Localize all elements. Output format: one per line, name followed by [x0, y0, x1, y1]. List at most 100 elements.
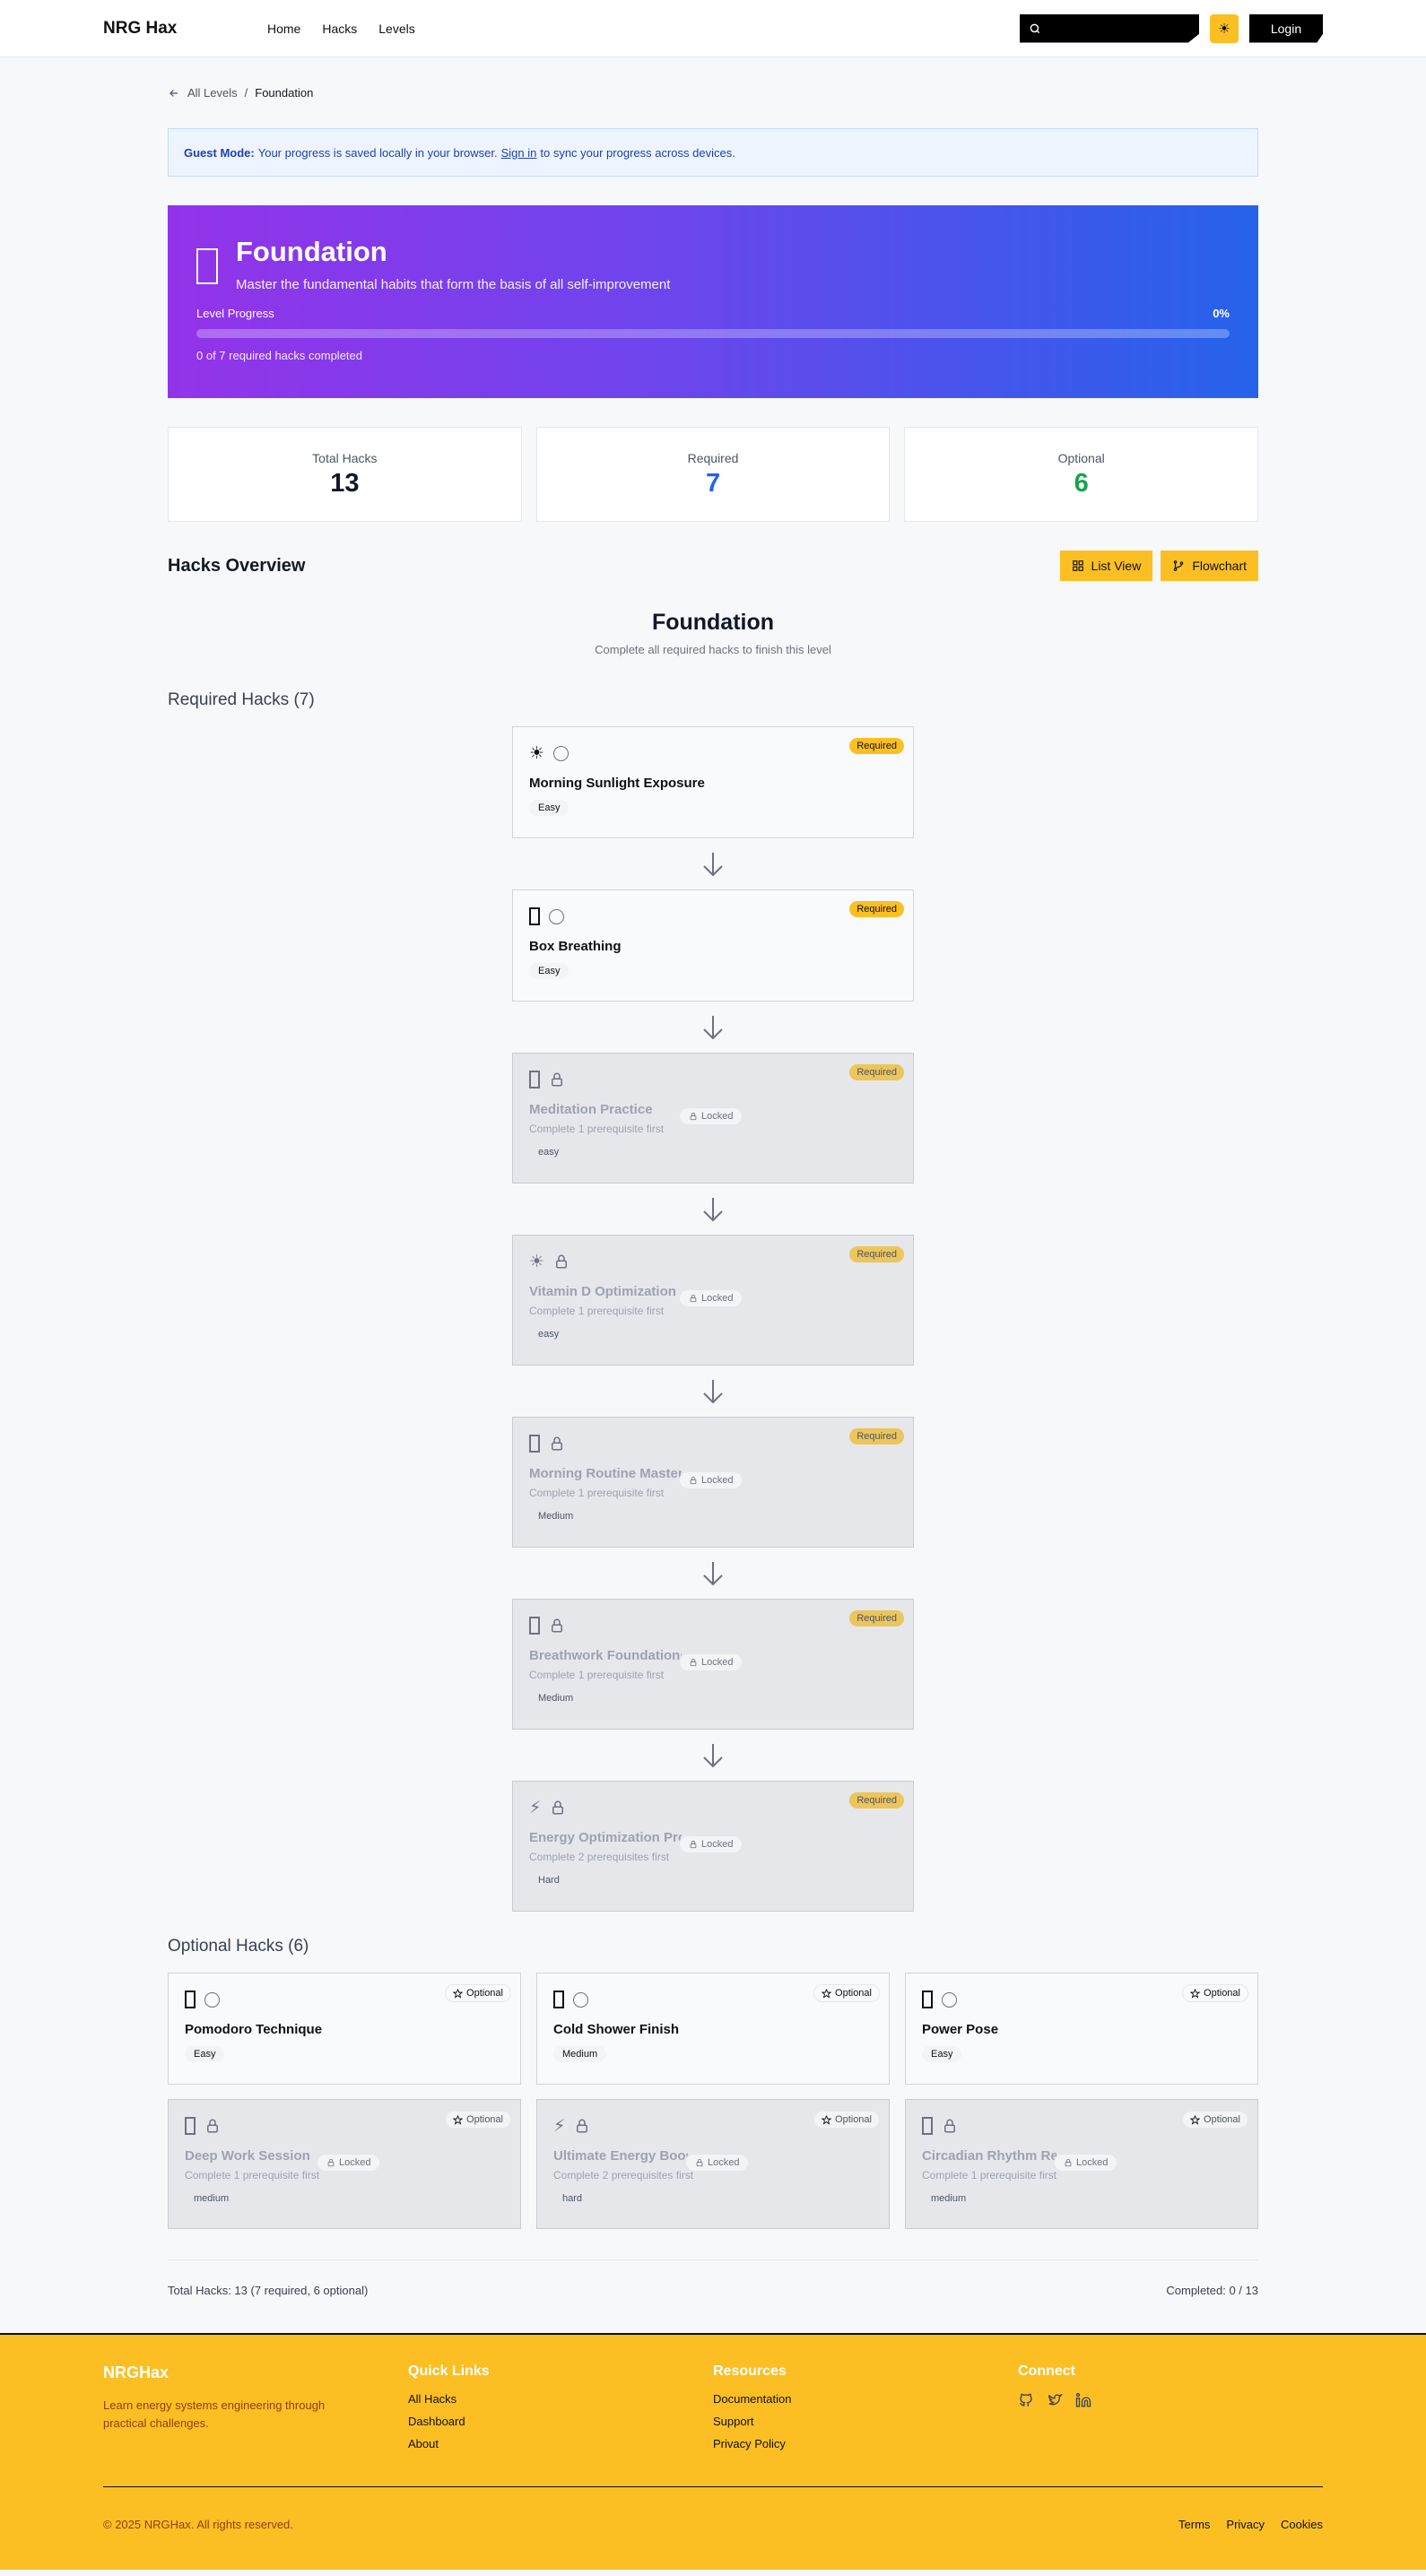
footer-connect-title: Connect [1018, 2364, 1075, 2379]
hack-title: Energy Optimization Protocol [529, 1830, 682, 1845]
footer-link-all-hacks[interactable]: All Hacks [408, 2392, 713, 2406]
difficulty-badge: Medium [529, 1508, 583, 1524]
locked-label: Locked [708, 2157, 740, 2168]
twitter-icon[interactable] [1047, 2392, 1063, 2408]
optional-badge: Optional [445, 1984, 511, 2002]
required-badge: Required [849, 1246, 904, 1262]
difficulty-badge: Easy [185, 2046, 225, 2062]
lightning-icon: ⚡ [529, 1798, 542, 1817]
footer-link-support[interactable]: Support [713, 2415, 1018, 2428]
flowchart-label: Flowchart [1192, 559, 1247, 573]
level-subtitle: Master the fundamental habits that form … [236, 277, 671, 292]
badge-label: Optional [835, 1988, 872, 1999]
arrow-left-icon[interactable] [168, 87, 180, 100]
hack-card[interactable]: Optional Power Pose Easy [905, 1973, 1258, 2085]
level-hero: Foundation Master the fundamental habits… [168, 205, 1258, 398]
brand-logo[interactable]: NRG Hax [103, 19, 267, 39]
box-icon [922, 2117, 933, 2135]
hack-title[interactable]: Pomodoro Technique [185, 2022, 504, 2037]
flowchart-title: Foundation [651, 610, 775, 635]
hack-card: Required Breathwork Foundations Complete 1… [512, 1599, 914, 1730]
hack-title[interactable]: Cold Shower Finish [553, 2022, 873, 2037]
list-view-button[interactable]: List View [1059, 551, 1153, 581]
locked-badge: Locked [317, 2154, 381, 2172]
sun-icon: ☀ [1218, 21, 1230, 37]
difficulty-badge: Medium [529, 1690, 583, 1706]
footer-link-about[interactable]: About [408, 2437, 713, 2450]
overview-header: Hacks Overview List View Flowchart [168, 551, 1258, 581]
linkedin-icon[interactable] [1075, 2392, 1091, 2408]
nav-link-home[interactable]: Home [267, 22, 300, 36]
stat-optional: Optional 6 [904, 427, 1259, 522]
breadcrumb-all-levels[interactable]: All Levels [187, 86, 238, 100]
stat-total: Total Hacks 13 [168, 427, 522, 522]
status-circle-icon[interactable] [573, 1991, 588, 2008]
locked-badge: Locked [1054, 2154, 1118, 2172]
star-icon [453, 1988, 464, 1999]
difficulty-badge: Hard [529, 1872, 569, 1888]
box-icon [553, 1991, 564, 2008]
stat-label: Optional [1057, 450, 1105, 465]
required-hacks-title: Required Hacks (7) [168, 690, 315, 709]
hack-title[interactable]: Power Pose [922, 2022, 1241, 2037]
footer-link-privacy-policy[interactable]: Privacy Policy [713, 2437, 1018, 2450]
stat-value: 6 [1074, 468, 1089, 498]
level-progress-label: Level Progress [196, 307, 274, 320]
status-circle-icon[interactable] [204, 1991, 220, 2008]
footer-link-documentation[interactable]: Documentation [713, 2392, 1018, 2406]
hack-card[interactable]: Required ☀ Morning Sunlight Exposure Easy [512, 726, 914, 838]
arrow-down-icon [703, 1561, 723, 1585]
github-icon[interactable] [1018, 2392, 1034, 2408]
status-circle-icon[interactable] [549, 908, 564, 924]
hack-card[interactable]: Optional Cold Shower Finish Medium [536, 1973, 890, 2085]
guest-mode-text: Your progress is saved locally in your b… [257, 145, 498, 160]
search-input[interactable] [1048, 22, 1183, 35]
hack-card: Required Morning Routine Mastery Complete … [512, 1417, 914, 1548]
footer-link-cookies[interactable]: Cookies [1281, 2518, 1323, 2531]
locked-badge: Locked [685, 2154, 750, 2172]
flowchart-button[interactable]: Flowchart [1161, 551, 1258, 581]
nav-link-hacks[interactable]: Hacks [322, 22, 357, 36]
search-box[interactable] [1020, 13, 1199, 43]
locked-badge: Locked [679, 1835, 743, 1853]
breadcrumb-current: Foundation [255, 86, 314, 100]
difficulty-badge: easy [529, 1144, 569, 1160]
star-icon [1190, 1988, 1201, 1999]
badge-label: Optional [1204, 1988, 1240, 1999]
hack-title[interactable]: Morning Sunlight Exposure [529, 776, 897, 791]
badge-label: Optional [835, 2114, 872, 2125]
nav-link-levels[interactable]: Levels [378, 22, 414, 36]
locked-badge: Locked [679, 1107, 743, 1125]
hack-card[interactable]: Required Box Breathing Easy [512, 889, 914, 1002]
footer-resources-title: Resources [713, 2364, 787, 2379]
locked-badge: Locked [679, 1653, 743, 1671]
chain-arrow [701, 1366, 725, 1417]
lock-icon [556, 1254, 568, 1269]
footer-quick-links: Quick Links All Hacks Dashboard About [408, 2364, 713, 2450]
box-icon [529, 907, 540, 925]
lock-icon [552, 1072, 562, 1087]
locked-label: Locked [339, 2157, 371, 2168]
status-circle-icon[interactable] [942, 1991, 957, 2008]
footer-link-dashboard[interactable]: Dashboard [408, 2415, 713, 2428]
level-progress-bar [196, 329, 1230, 338]
star-icon [453, 2114, 464, 2125]
locked-label: Locked [701, 1111, 734, 1122]
summary-total: Total Hacks: 13 (7 required, 6 optional) [168, 2284, 369, 2297]
login-button[interactable]: Login [1249, 13, 1323, 43]
guest-mode-text-after: to sync your progress across devices. [540, 145, 735, 160]
hack-card[interactable]: Optional Pomodoro Technique Easy [168, 1973, 521, 2085]
footer-link-privacy[interactable]: Privacy [1226, 2518, 1265, 2531]
grid-icon [1072, 560, 1083, 571]
theme-toggle-button[interactable]: ☀ [1210, 13, 1239, 43]
hack-title[interactable]: Box Breathing [529, 939, 897, 954]
box-icon [529, 1617, 540, 1635]
status-circle-icon[interactable] [553, 745, 570, 761]
stat-value: 7 [705, 468, 721, 498]
guest-mode-banner: Guest Mode: Your progress is saved local… [168, 128, 1258, 177]
footer-link-terms[interactable]: Terms [1178, 2518, 1210, 2531]
footer-brand: NRGHax [103, 2364, 170, 2381]
sign-in-link[interactable]: Sign in [501, 146, 537, 160]
hack-title: Vitamin D Optimization [529, 1284, 676, 1299]
hack-title: Morning Routine Mastery [529, 1466, 682, 1481]
